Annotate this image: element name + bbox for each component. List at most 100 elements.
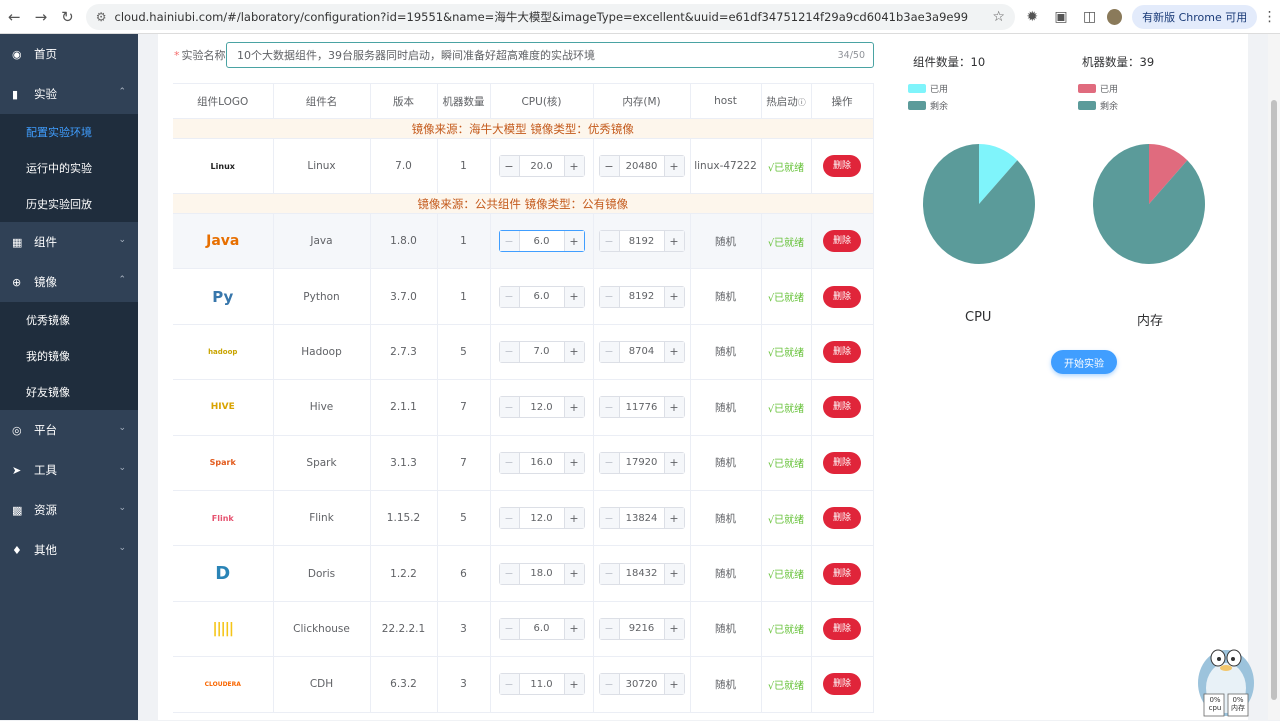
decrement-button[interactable]: − bbox=[599, 286, 620, 307]
mem-legend-free[interactable]: 剩余 bbox=[1078, 99, 1118, 112]
chrome-update-button[interactable]: 有新版 Chrome 可用 bbox=[1132, 4, 1258, 29]
decrement-button[interactable]: − bbox=[499, 508, 520, 529]
mascot-widget[interactable]: 0% cpu 0% 内存 bbox=[1196, 628, 1256, 718]
page-scrollbar[interactable] bbox=[1268, 34, 1280, 720]
forward-icon[interactable]: → bbox=[29, 4, 54, 30]
sidebar-item-running[interactable]: 运行中的实验 bbox=[0, 150, 138, 186]
decrement-button[interactable]: − bbox=[599, 397, 620, 418]
pie-slice-free[interactable] bbox=[923, 144, 1035, 264]
decrement-button[interactable]: − bbox=[499, 341, 520, 362]
delete-button[interactable]: 删除 bbox=[823, 340, 861, 363]
increment-button[interactable]: + bbox=[563, 156, 584, 176]
decrement-button[interactable]: − bbox=[599, 156, 620, 176]
decrement-button[interactable]: − bbox=[599, 618, 620, 639]
stepper-value[interactable]: 7.0 bbox=[520, 346, 564, 357]
increment-button[interactable]: + bbox=[563, 341, 584, 362]
delete-button[interactable]: 删除 bbox=[823, 396, 861, 419]
extensions-puzzle-icon[interactable]: ▣ bbox=[1050, 5, 1073, 29]
stepper-value[interactable]: 11776 bbox=[620, 402, 664, 413]
start-experiment-button[interactable]: 开始实验 bbox=[1051, 350, 1117, 374]
increment-button[interactable]: + bbox=[563, 397, 584, 418]
back-icon[interactable]: ← bbox=[2, 4, 27, 30]
delete-button[interactable]: 删除 bbox=[823, 507, 861, 530]
decrement-button[interactable]: − bbox=[599, 563, 620, 584]
increment-button[interactable]: + bbox=[563, 231, 584, 252]
mem-legend-used[interactable]: 已用 bbox=[1078, 82, 1118, 95]
increment-button[interactable]: + bbox=[663, 508, 684, 529]
site-info-icon[interactable]: ⚙ bbox=[96, 10, 107, 24]
experiment-name-input[interactable]: 10个大数据组件，39台服务器同时启动，瞬间准备好超高难度的实战环境 34/50 bbox=[226, 42, 874, 68]
increment-button[interactable]: + bbox=[663, 618, 684, 639]
sidebar-item-history[interactable]: 历史实验回放 bbox=[0, 186, 138, 222]
increment-button[interactable]: + bbox=[663, 341, 684, 362]
number-stepper[interactable]: −12.0 + bbox=[498, 507, 585, 530]
more-menu-icon[interactable]: ⋮ bbox=[1259, 9, 1280, 25]
number-stepper[interactable]: −6.0 + bbox=[498, 285, 585, 308]
increment-button[interactable]: + bbox=[663, 156, 684, 176]
stepper-value[interactable]: 9216 bbox=[620, 623, 664, 634]
extension-gear-icon[interactable]: ✹ bbox=[1021, 5, 1044, 29]
increment-button[interactable]: + bbox=[663, 397, 684, 418]
decrement-button[interactable]: − bbox=[599, 341, 620, 362]
stepper-value[interactable]: 6.0 bbox=[520, 236, 564, 247]
decrement-button[interactable]: − bbox=[499, 231, 520, 252]
decrement-button[interactable]: − bbox=[499, 674, 520, 695]
decrement-button[interactable]: − bbox=[499, 156, 520, 176]
number-stepper[interactable]: −7.0 + bbox=[498, 340, 585, 363]
stepper-value[interactable]: 30720 bbox=[620, 679, 664, 690]
increment-button[interactable]: + bbox=[563, 618, 584, 639]
decrement-button[interactable]: − bbox=[499, 286, 520, 307]
stepper-value[interactable]: 6.0 bbox=[520, 623, 564, 634]
decrement-button[interactable]: − bbox=[599, 452, 620, 473]
info-icon[interactable]: ⓘ bbox=[798, 98, 806, 107]
number-stepper[interactable]: −20480 + bbox=[598, 155, 685, 177]
number-stepper[interactable]: −13824 + bbox=[598, 507, 685, 530]
number-stepper[interactable]: −8192 + bbox=[598, 230, 685, 253]
reload-icon[interactable]: ↻ bbox=[55, 4, 80, 30]
number-stepper[interactable]: −8704 + bbox=[598, 340, 685, 363]
decrement-button[interactable]: − bbox=[499, 618, 520, 639]
sidepanel-icon[interactable]: ◫ bbox=[1078, 5, 1101, 29]
delete-button[interactable]: 删除 bbox=[823, 673, 861, 696]
decrement-button[interactable]: − bbox=[499, 563, 520, 584]
stepper-value[interactable]: 6.0 bbox=[520, 291, 564, 302]
cpu-legend-free[interactable]: 剩余 bbox=[908, 99, 948, 112]
sidebar-item-other[interactable]: ♦ 其他 ⌄ bbox=[0, 530, 138, 570]
stepper-value[interactable]: 16.0 bbox=[520, 457, 564, 468]
increment-button[interactable]: + bbox=[663, 563, 684, 584]
sidebar-item-component[interactable]: ▦ 组件 ⌄ bbox=[0, 222, 138, 262]
stepper-value[interactable]: 20.0 bbox=[520, 161, 564, 172]
increment-button[interactable]: + bbox=[563, 452, 584, 473]
stepper-value[interactable]: 18432 bbox=[620, 568, 664, 579]
sidebar-item-image[interactable]: ⊕ 镜像 ⌃ bbox=[0, 262, 138, 302]
scrollbar-thumb[interactable] bbox=[1271, 100, 1277, 700]
increment-button[interactable]: + bbox=[663, 452, 684, 473]
number-stepper[interactable]: −17920 + bbox=[598, 451, 685, 474]
stepper-value[interactable]: 11.0 bbox=[520, 679, 564, 690]
delete-button[interactable]: 删除 bbox=[823, 230, 861, 253]
stepper-value[interactable]: 8704 bbox=[620, 346, 664, 357]
number-stepper[interactable]: −9216 + bbox=[598, 617, 685, 640]
stepper-value[interactable]: 8192 bbox=[620, 236, 664, 247]
sidebar-item-experiment[interactable]: ▮ 实验 ⌃ bbox=[0, 74, 138, 114]
stepper-value[interactable]: 13824 bbox=[620, 513, 664, 524]
increment-button[interactable]: + bbox=[563, 674, 584, 695]
delete-button[interactable]: 删除 bbox=[823, 285, 861, 308]
decrement-button[interactable]: − bbox=[599, 508, 620, 529]
profile-avatar[interactable] bbox=[1106, 8, 1123, 25]
address-bar[interactable]: ⚙ cloud.hainiubi.com/#/laboratory/config… bbox=[85, 3, 1015, 30]
number-stepper[interactable]: −18.0 + bbox=[498, 562, 585, 585]
decrement-button[interactable]: − bbox=[499, 397, 520, 418]
increment-button[interactable]: + bbox=[563, 286, 584, 307]
delete-button[interactable]: 删除 bbox=[823, 155, 861, 177]
delete-button[interactable]: 删除 bbox=[823, 617, 861, 640]
sidebar-item-tools[interactable]: ➤ 工具 ⌄ bbox=[0, 450, 138, 490]
number-stepper[interactable]: −6.0 + bbox=[498, 617, 585, 640]
increment-button[interactable]: + bbox=[663, 674, 684, 695]
sidebar-item-friend-image[interactable]: 好友镜像 bbox=[0, 374, 138, 410]
number-stepper[interactable]: −11776 + bbox=[598, 396, 685, 419]
bookmark-star-icon[interactable]: ☆ bbox=[992, 9, 1005, 25]
stepper-value[interactable]: 12.0 bbox=[520, 402, 564, 413]
decrement-button[interactable]: − bbox=[599, 231, 620, 252]
increment-button[interactable]: + bbox=[563, 563, 584, 584]
